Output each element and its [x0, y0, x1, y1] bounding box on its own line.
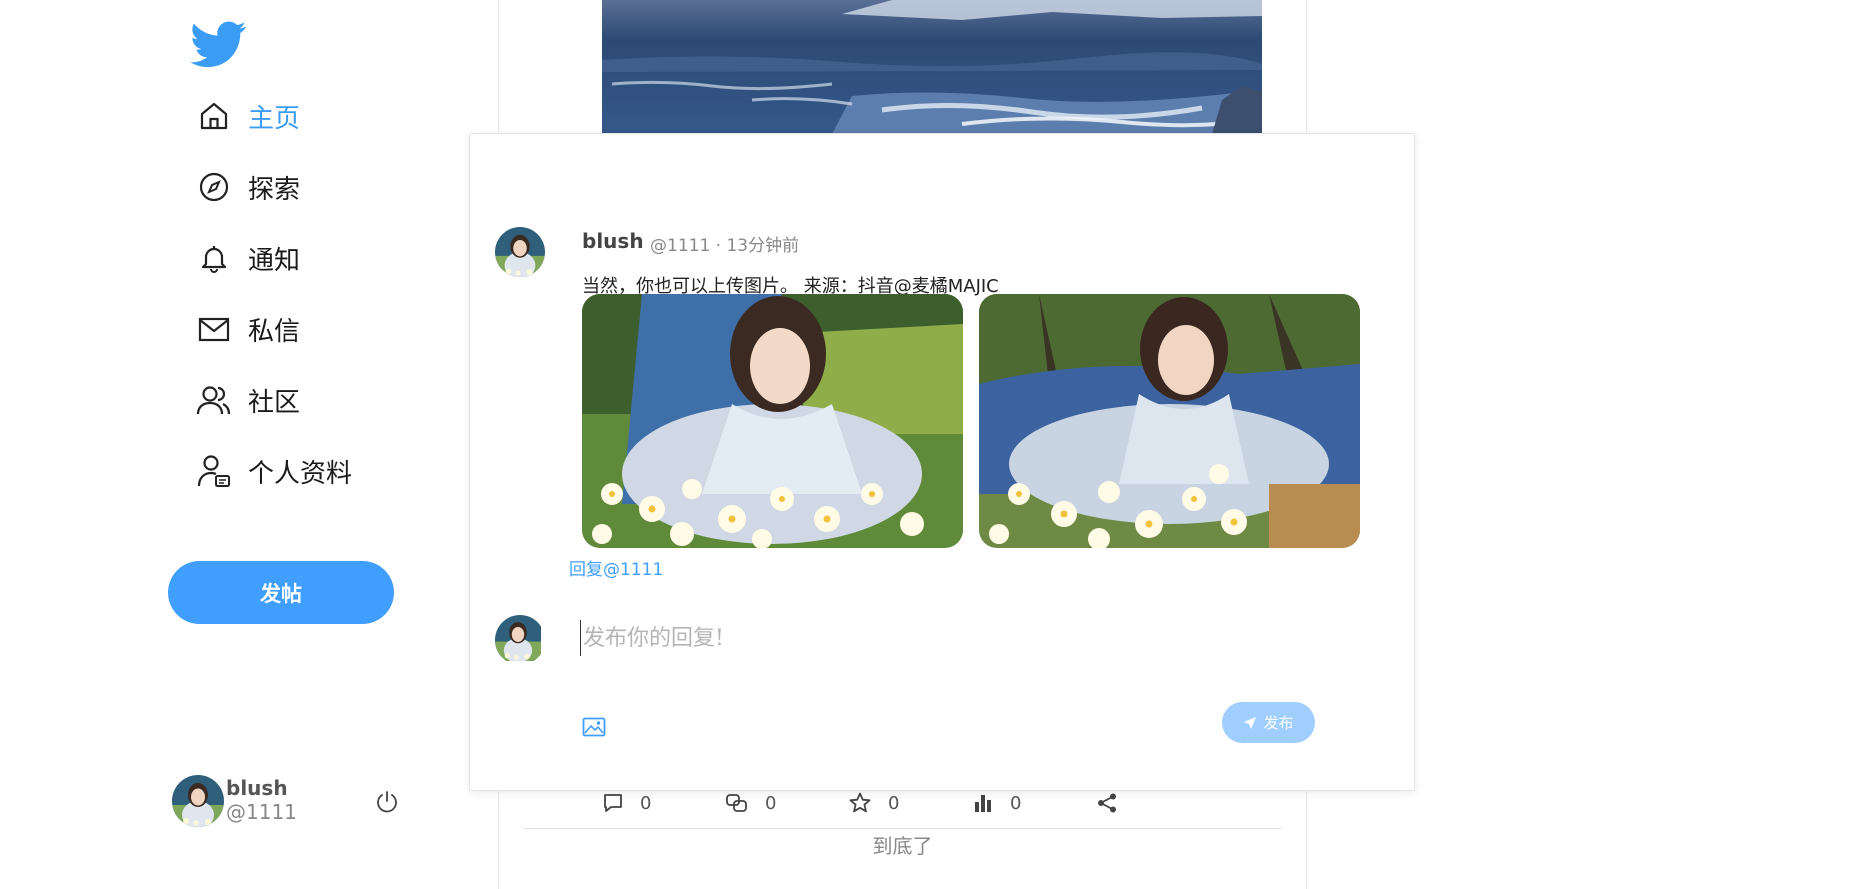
repost-count: 0	[765, 792, 777, 814]
stats-button[interactable]: 0	[972, 788, 1021, 818]
reply-to-link[interactable]: 回复@1111	[569, 555, 663, 580]
send-icon	[1244, 716, 1257, 729]
star-icon	[849, 792, 871, 813]
bell-icon	[196, 240, 232, 276]
sidebar-item-label: 探索	[248, 174, 301, 205]
favorite-count: 0	[888, 792, 900, 814]
post-actions: 0 0 0 0	[602, 788, 1122, 818]
user-name: blush	[226, 776, 288, 800]
favorite-button[interactable]: 0	[848, 788, 899, 818]
post-image-1[interactable]	[582, 294, 963, 548]
compass-icon	[196, 169, 232, 205]
post-meta: @1111 · 13分钟前	[650, 236, 800, 256]
twitter-bird-icon[interactable]	[186, 16, 252, 72]
share-icon	[1098, 793, 1116, 813]
comment-count: 0	[640, 792, 652, 814]
send-button-label: 发布	[1263, 714, 1294, 732]
logout-power-icon[interactable]	[374, 789, 400, 815]
sidebar: 主页 探索 通知 私信 社区 个人资料 发帖 blush @1111	[0, 0, 500, 889]
repost-icon	[726, 794, 747, 812]
mail-icon	[196, 311, 232, 347]
post-image-landscape[interactable]	[602, 0, 1262, 134]
sidebar-item-label: 社区	[248, 387, 301, 418]
sidebar-item-label: 个人资料	[248, 458, 353, 489]
send-reply-button[interactable]: 发布	[1222, 702, 1315, 743]
profile-icon	[196, 453, 232, 489]
view-count: 0	[1010, 792, 1022, 814]
sidebar-item-home[interactable]: 主页	[196, 94, 300, 138]
sidebar-item-label: 私信	[248, 316, 301, 347]
users-icon	[196, 382, 232, 418]
post-author-name[interactable]: blush	[582, 229, 644, 253]
sidebar-item-community[interactable]: 社区	[196, 378, 300, 422]
repost-button[interactable]: 0	[725, 788, 776, 818]
post-image-2[interactable]	[979, 294, 1360, 548]
post-button[interactable]: 发帖	[168, 561, 394, 624]
sidebar-item-explore[interactable]: 探索	[196, 165, 300, 209]
avatar	[495, 227, 545, 277]
feed-divider	[524, 828, 1282, 829]
end-of-feed-text: 到底了	[872, 834, 933, 858]
avatar	[172, 775, 224, 827]
sidebar-item-label: 通知	[248, 245, 301, 276]
comment-button[interactable]: 0	[602, 788, 651, 818]
comment-icon	[604, 794, 622, 812]
sidebar-item-profile[interactable]: 个人资料	[196, 449, 352, 493]
reply-dialog: blush @1111 · 13分钟前 当然，你也可以上传图片。 来源：抖音@麦…	[469, 133, 1415, 791]
image-upload-icon[interactable]	[582, 717, 606, 737]
stats-icon	[975, 795, 991, 812]
reply-input[interactable]	[580, 620, 1340, 656]
share-button[interactable]	[1096, 788, 1118, 818]
avatar	[495, 615, 545, 665]
sidebar-item-messages[interactable]: 私信	[196, 307, 300, 351]
user-handle: @1111	[226, 800, 297, 824]
sidebar-item-label: 主页	[248, 103, 301, 134]
sidebar-item-notifications[interactable]: 通知	[196, 236, 300, 280]
home-icon	[196, 98, 232, 134]
